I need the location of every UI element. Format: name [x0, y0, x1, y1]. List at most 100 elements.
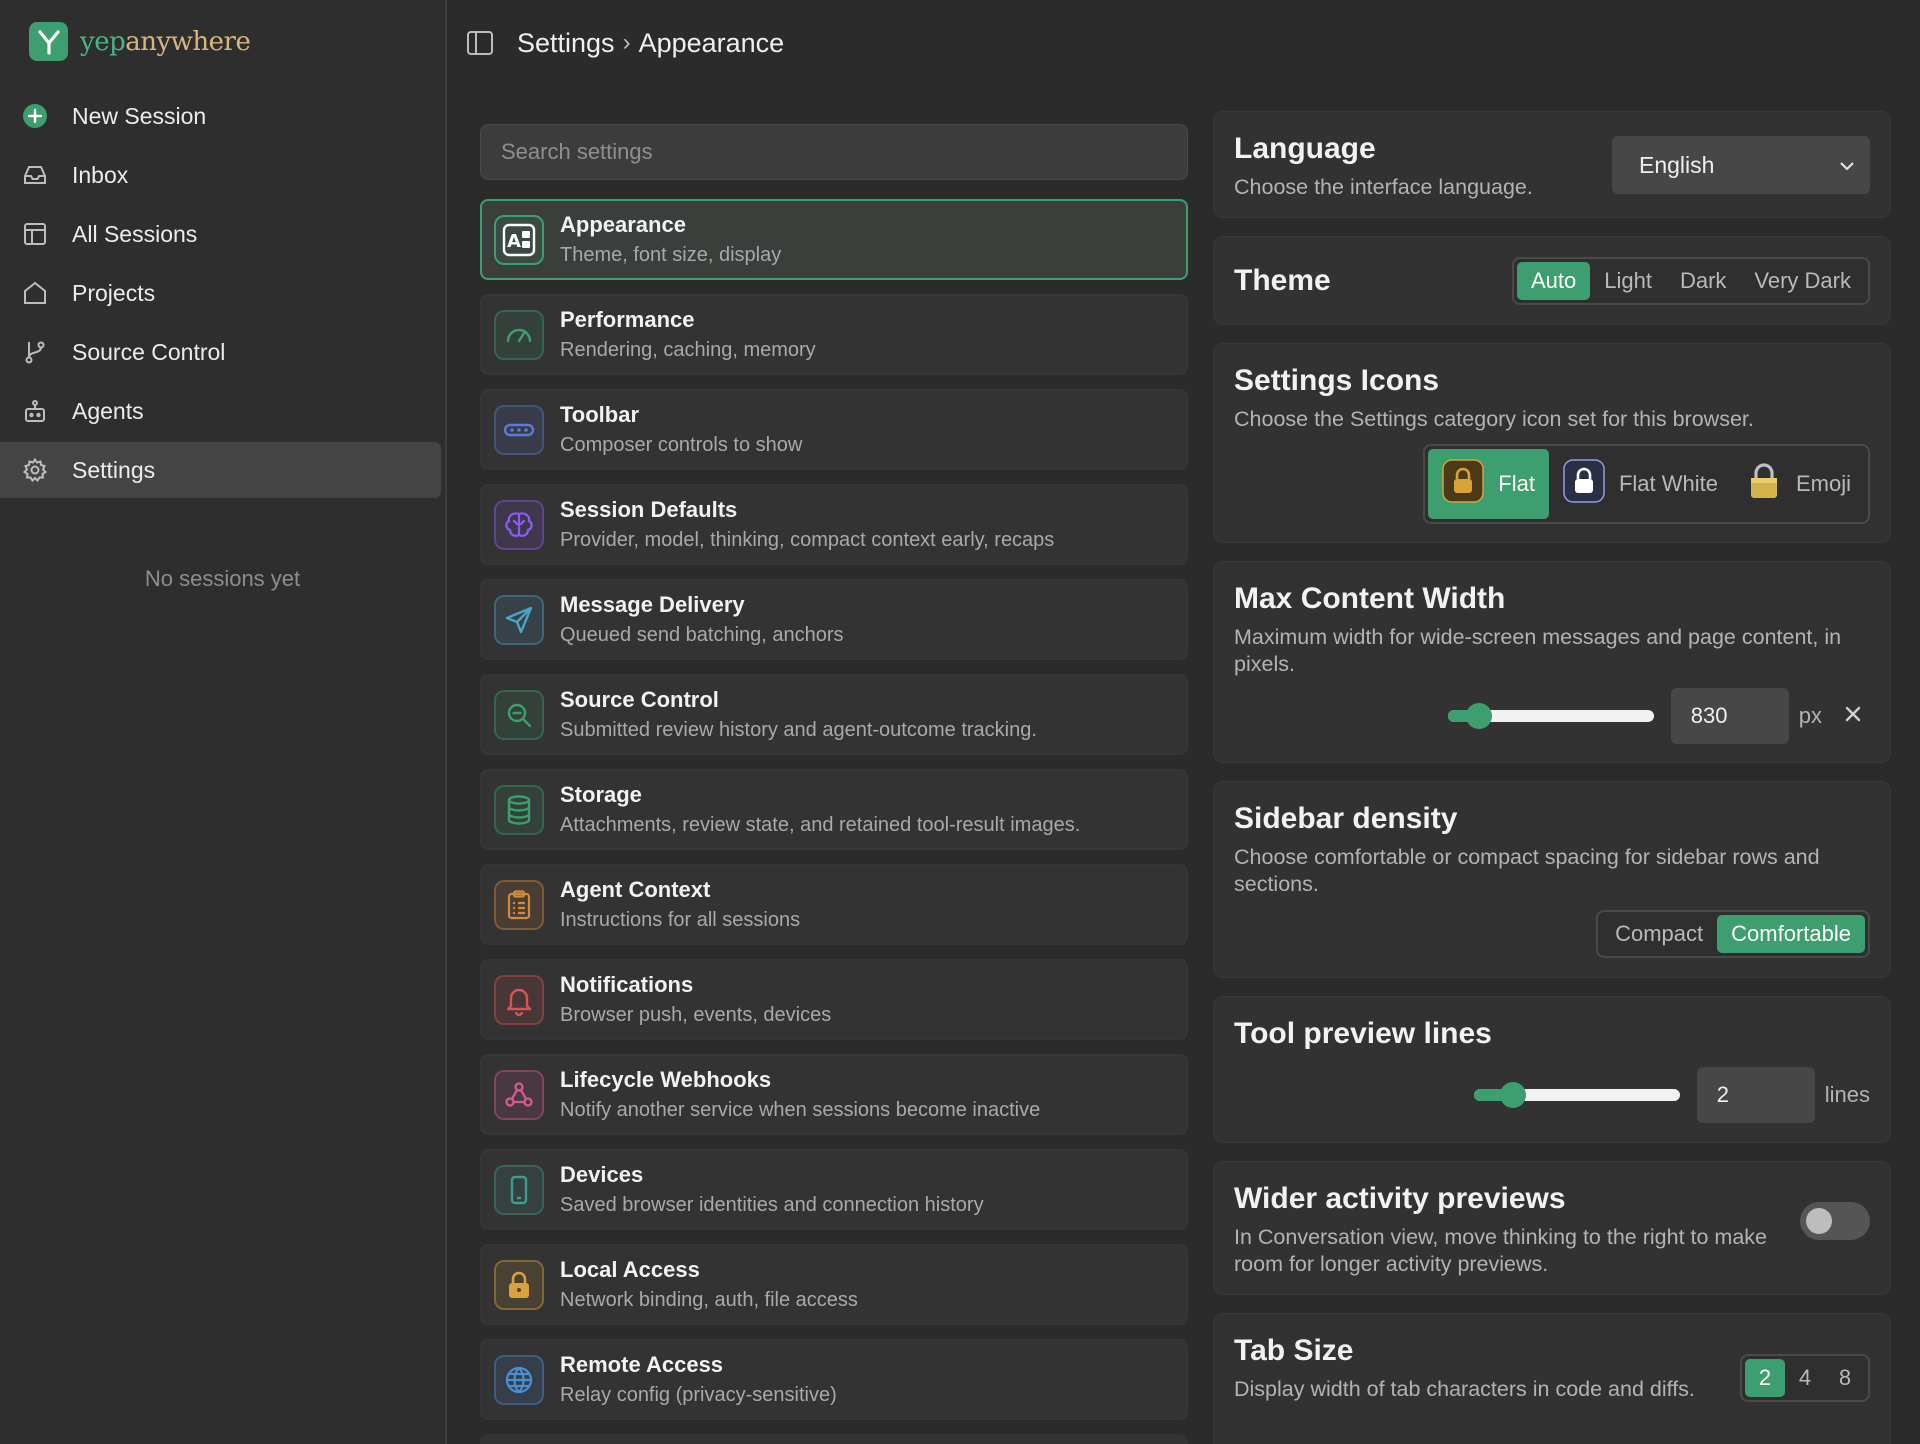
- category-message-delivery[interactable]: Message Delivery Queued send batching, a…: [480, 579, 1188, 660]
- tool-preview-lines-card: Tool preview lines 2 lines: [1213, 996, 1891, 1143]
- category-desc: Submitted review history and agent-outco…: [560, 719, 1037, 741]
- tool-preview-slider[interactable]: [1473, 1082, 1680, 1108]
- sidebar-item-source-control[interactable]: Source Control: [0, 324, 441, 380]
- wider-activity-previews-title: Wider activity previews: [1234, 1182, 1566, 1215]
- tab-size-option-8[interactable]: 8: [1825, 1359, 1865, 1397]
- breadcrumb-settings[interactable]: Settings: [517, 28, 615, 59]
- brand-name-anywhere: anywhere: [125, 26, 251, 57]
- sidebar-item-label: All Sessions: [72, 220, 198, 247]
- category-session-defaults[interactable]: Session Defaults Provider, model, thinki…: [480, 484, 1188, 565]
- lock-icon: [1563, 459, 1605, 509]
- category-title: Lifecycle Webhooks: [560, 1067, 772, 1092]
- sidebar-toggle-icon[interactable]: [465, 28, 495, 58]
- tab-size-option-2[interactable]: 2: [1745, 1359, 1785, 1397]
- category-desc: Theme, font size, display: [560, 244, 782, 266]
- category-lifecycle-webhooks[interactable]: Lifecycle Webhooks Notify another servic…: [480, 1054, 1188, 1135]
- category-desc: Rendering, caching, memory: [560, 339, 816, 361]
- category-appearance[interactable]: A Appearance Theme, font size, display: [480, 199, 1188, 280]
- max-width-input[interactable]: 830: [1670, 688, 1789, 744]
- max-width-unit: px: [1798, 703, 1822, 728]
- theme-option-dark[interactable]: Dark: [1666, 262, 1740, 300]
- category-remote-access[interactable]: Remote Access Relay config (privacy-sens…: [480, 1339, 1188, 1420]
- slider-handle[interactable]: [1465, 703, 1492, 729]
- category-title: Toolbar: [560, 402, 640, 427]
- sidebar-item-agents[interactable]: Agents: [0, 383, 441, 439]
- category-desc: Saved browser identities and connection …: [560, 1194, 984, 1216]
- category-title: Appearance: [560, 212, 686, 237]
- tool-preview-input[interactable]: 2: [1696, 1067, 1815, 1123]
- sidebar-item-label: New Session: [72, 102, 207, 129]
- category-performance[interactable]: Performance Rendering, caching, memory: [480, 294, 1188, 375]
- category-desc: Composer controls to show: [560, 434, 803, 456]
- tool-preview-unit: lines: [1824, 1082, 1870, 1107]
- toggle-knob: [1806, 1208, 1832, 1234]
- sidebar-item-inbox[interactable]: Inbox: [0, 147, 441, 203]
- appearance-icon: A: [494, 214, 544, 265]
- language-select[interactable]: English: [1612, 136, 1870, 194]
- brand-name: yepanywhere: [80, 26, 251, 57]
- tab-size-option-4[interactable]: 4: [1785, 1359, 1825, 1397]
- breadcrumb: Settings › Appearance: [517, 28, 784, 59]
- density-option-comfortable[interactable]: Comfortable: [1717, 915, 1865, 953]
- max-content-width-desc: Maximum width for wide-screen messages a…: [1234, 625, 1842, 676]
- sidebar-density-title: Sidebar density: [1234, 802, 1458, 835]
- category-source-control[interactable]: Source Control Submitted review history …: [480, 674, 1188, 755]
- brand-name-yep: yep: [80, 26, 126, 57]
- category-devices[interactable]: Devices Saved browser identities and con…: [480, 1149, 1188, 1230]
- icon-set-label: Flat: [1498, 471, 1535, 496]
- sidebar-item-all-sessions[interactable]: All Sessions: [0, 206, 441, 262]
- category-toolbar[interactable]: Toolbar Composer controls to show: [480, 389, 1188, 470]
- category-storage[interactable]: Storage Attachments, review state, and r…: [480, 769, 1188, 850]
- gear-icon: [22, 457, 48, 483]
- slider-handle[interactable]: [1499, 1082, 1526, 1108]
- gauge-icon: [494, 309, 544, 360]
- plus-circle-icon: [22, 103, 48, 129]
- category-agent-context[interactable]: Agent Context Instructions for all sessi…: [480, 864, 1188, 945]
- icon-set-option-flat[interactable]: Flat: [1428, 449, 1549, 519]
- sidebar-item-settings[interactable]: Settings: [0, 442, 441, 498]
- theme-option-light[interactable]: Light: [1590, 262, 1666, 300]
- chevron-down-icon: [1838, 154, 1856, 181]
- tab-size-desc: Display width of tab characters in code …: [1234, 1377, 1695, 1401]
- category-desc: Provider, model, thinking, compact conte…: [560, 529, 1055, 551]
- category-desc: Queued send batching, anchors: [560, 624, 844, 646]
- category-title: Agent Context: [560, 877, 711, 902]
- language-value: English: [1639, 151, 1715, 178]
- language-card: Language Choose the interface language. …: [1213, 111, 1891, 218]
- wider-previews-toggle[interactable]: [1800, 1202, 1870, 1240]
- density-option-compact[interactable]: Compact: [1601, 915, 1717, 953]
- theme-option-very-dark[interactable]: Very Dark: [1740, 262, 1865, 300]
- webhook-icon: [494, 1069, 544, 1120]
- phone-icon: [494, 1164, 544, 1215]
- category-desc: Notify another service when sessions bec…: [560, 1099, 1041, 1121]
- sidebar-density-desc: Choose comfortable or compact spacing fo…: [1234, 845, 1820, 896]
- sidebar-item-projects[interactable]: Projects: [0, 265, 441, 321]
- category-title: Storage: [560, 782, 642, 807]
- sidebar: yepanywhere New Session Inbox All Sessio…: [0, 0, 447, 1444]
- theme-option-auto[interactable]: Auto: [1516, 261, 1591, 300]
- settings-icons-card: Settings Icons Choose the Settings categ…: [1213, 343, 1891, 543]
- category-title: Message Delivery: [560, 592, 745, 617]
- brand[interactable]: yepanywhere: [29, 22, 251, 61]
- sidebar-item-new-session[interactable]: New Session: [0, 88, 441, 144]
- category-local-access[interactable]: Local Access Network binding, auth, file…: [480, 1244, 1188, 1325]
- category-desc: Attachments, review state, and retained …: [560, 814, 1081, 836]
- sidebar-density-segmented: Compact Comfortable: [1596, 910, 1870, 958]
- category-notifications[interactable]: Notifications Browser push, events, devi…: [480, 959, 1188, 1040]
- close-icon[interactable]: [1844, 705, 1862, 728]
- header: Settings › Appearance: [465, 22, 784, 64]
- database-icon: [494, 784, 544, 835]
- category-title: Notifications: [560, 972, 694, 997]
- svg-text:A: A: [507, 231, 521, 252]
- theme-segmented: Auto Light Dark Very Dark: [1511, 256, 1870, 305]
- robot-icon: [22, 398, 48, 424]
- wider-activity-previews-desc: In Conversation view, move thinking to t…: [1234, 1225, 1767, 1276]
- layout-icon: [22, 221, 48, 247]
- lock-icon: [494, 1259, 544, 1310]
- max-width-slider[interactable]: [1447, 703, 1654, 729]
- sidebar-item-label: Agents: [72, 397, 144, 424]
- icon-set-option-emoji[interactable]: Emoji: [1732, 449, 1865, 519]
- icon-set-option-flat-white[interactable]: Flat White: [1549, 449, 1732, 519]
- search-input[interactable]: [480, 124, 1188, 180]
- category-list: A Appearance Theme, font size, display P…: [480, 199, 1188, 1444]
